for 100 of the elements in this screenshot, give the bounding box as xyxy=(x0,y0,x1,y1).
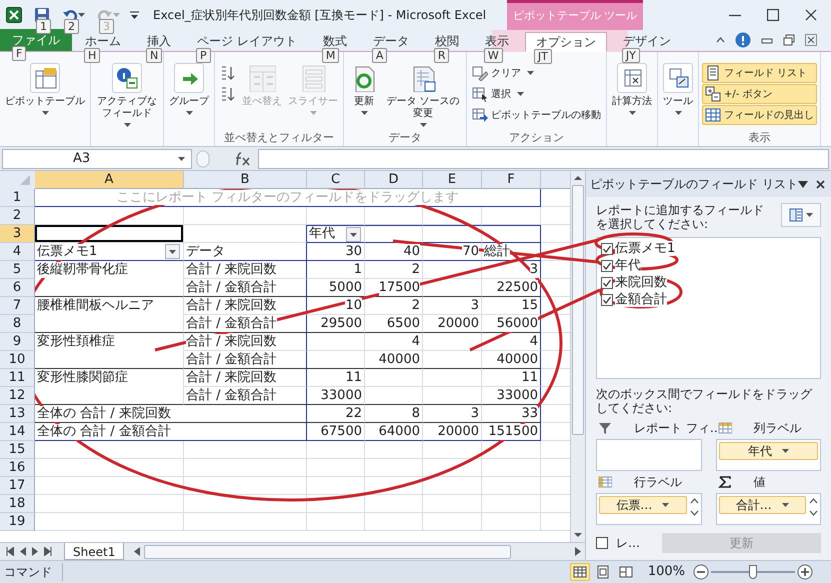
ribbon-tab[interactable]: 数式 xyxy=(312,31,357,51)
table-cell: 11 xyxy=(482,369,541,387)
row-header[interactable]: 17 xyxy=(0,477,35,495)
ribbon-tab[interactable]: ページ レイアウト xyxy=(187,31,307,51)
table-cell: 全体の 合計 / 金額合計 xyxy=(35,423,307,441)
collapse-ribbon-icon[interactable] xyxy=(716,37,725,43)
scroll-right-icon[interactable] xyxy=(575,547,583,556)
layout-button[interactable] xyxy=(781,203,821,227)
ribbon-button[interactable]: 選択 xyxy=(470,84,603,104)
field-chip[interactable]: 年代 xyxy=(718,442,818,460)
scrollbar-thumb[interactable] xyxy=(144,544,511,558)
empty-cell xyxy=(307,513,365,531)
ribbon-button[interactable]: 計算方法 xyxy=(610,63,654,115)
help-icon[interactable] xyxy=(735,32,751,48)
table-cell: 3 xyxy=(423,405,482,423)
panel-menu-icon[interactable] xyxy=(798,180,808,188)
empty-cell xyxy=(365,387,423,405)
zoom-in-icon[interactable] xyxy=(797,564,813,580)
row-header[interactable]: 6 xyxy=(0,279,35,297)
row-header[interactable]: 2 xyxy=(0,207,35,225)
close-icon[interactable] xyxy=(805,9,817,21)
ribbon-button[interactable]: ピボットテーブル xyxy=(3,63,87,115)
row-header[interactable]: 13 xyxy=(0,405,35,423)
scrollbar-thumb[interactable] xyxy=(572,185,584,435)
slider-thumb[interactable] xyxy=(749,565,757,579)
checkbox[interactable] xyxy=(601,276,613,288)
ribbon-button[interactable]: 更新 xyxy=(347,63,381,115)
row-header[interactable]: 5 xyxy=(0,261,35,279)
empty-cell xyxy=(307,441,365,459)
name-box[interactable]: A3 xyxy=(2,148,192,168)
table-cell: 合計 / 金額合計 xyxy=(184,279,307,297)
ribbon-button[interactable]: グループ xyxy=(167,63,211,115)
sort-ascending-icon xyxy=(220,65,236,81)
row-header[interactable]: 15 xyxy=(0,441,35,459)
row-header[interactable]: 7 xyxy=(0,297,35,315)
ribbon-tab[interactable]: データ xyxy=(362,31,419,51)
row-header[interactable]: 12 xyxy=(0,387,35,405)
row-header[interactable]: 9 xyxy=(0,333,35,351)
field-chip[interactable]: 伝票… xyxy=(599,496,686,514)
ribbon-button[interactable]: フィールド リスト xyxy=(702,63,817,83)
close-icon[interactable] xyxy=(816,180,825,188)
ribbon-button[interactable]: クリア xyxy=(470,63,603,83)
row-header[interactable]: 14 xyxy=(0,423,35,441)
zoom-slider[interactable] xyxy=(711,564,795,580)
checkbox[interactable] xyxy=(596,537,608,549)
table-cell: 22 xyxy=(307,405,365,423)
ribbon-tab[interactable]: ホーム xyxy=(75,31,131,51)
formula-input[interactable] xyxy=(258,148,829,168)
checkbox[interactable] xyxy=(601,294,613,306)
ribbon-button[interactable]: フィールドの見出し xyxy=(702,105,817,125)
column-header[interactable]: B xyxy=(184,171,307,189)
next-sheet-icon[interactable] xyxy=(32,547,38,556)
table-cell: 総計 xyxy=(482,243,541,261)
column-header[interactable]: F xyxy=(482,171,541,189)
row-header[interactable]: 1 xyxy=(0,189,35,207)
ribbon-tab[interactable]: 表示 xyxy=(474,31,519,51)
row-header[interactable]: 4 xyxy=(0,243,35,261)
close-icon[interactable] xyxy=(805,34,817,46)
column-header[interactable]: E xyxy=(423,171,482,189)
zoom-out-icon[interactable] xyxy=(693,564,709,580)
customize-icon[interactable] xyxy=(130,10,139,20)
empty-cell xyxy=(365,369,423,387)
restore-icon[interactable] xyxy=(783,34,795,46)
table-cell: 40000 xyxy=(365,351,423,369)
last-sheet-icon[interactable] xyxy=(44,547,52,556)
ribbon-button[interactable]: アクティブなフィールド xyxy=(94,63,160,127)
ribbon-button[interactable]: データ ソースの変更 xyxy=(383,63,463,127)
maximize-icon[interactable] xyxy=(767,9,779,21)
row-header[interactable]: 16 xyxy=(0,459,35,477)
column-header[interactable]: D xyxy=(365,171,423,189)
ribbon-tab[interactable]: 校閲 xyxy=(424,31,469,51)
first-sheet-icon[interactable] xyxy=(6,547,14,556)
field-label: 年代 xyxy=(309,226,335,242)
ribbon-button[interactable]: ピボットテーブルの移動 xyxy=(470,105,603,125)
ribbon-tab[interactable]: オプション xyxy=(524,32,607,52)
table-cell: 70 xyxy=(423,243,482,261)
table-cell: 合計 / 金額合計 xyxy=(184,387,307,405)
splitter-handle-icon[interactable] xyxy=(196,150,210,168)
column-header[interactable]: A xyxy=(35,171,184,189)
ribbon-tab[interactable]: デザイン xyxy=(612,31,681,51)
ribbon-button[interactable]: +/- ボタン xyxy=(702,84,817,104)
row-header[interactable]: 3 xyxy=(0,225,35,243)
row-header[interactable]: 10 xyxy=(0,351,35,369)
ribbon-tab[interactable]: 挿入 xyxy=(137,31,181,51)
checkbox[interactable] xyxy=(601,260,613,272)
scroll-arrows-icon[interactable] xyxy=(690,496,698,518)
row-header[interactable]: 11 xyxy=(0,369,35,387)
field-chip[interactable]: 合計… xyxy=(718,496,806,514)
row-header[interactable]: 19 xyxy=(0,513,35,531)
dropdown-button[interactable] xyxy=(165,244,180,259)
column-header[interactable]: C xyxy=(307,171,365,189)
previous-sheet-icon[interactable] xyxy=(20,547,26,556)
dropdown-button[interactable] xyxy=(346,226,361,242)
keytip: H xyxy=(84,48,100,63)
view-button[interactable] xyxy=(570,563,590,581)
row-header[interactable]: 18 xyxy=(0,495,35,513)
scroll-arrows-icon[interactable] xyxy=(809,496,818,518)
sheet-tab[interactable]: Sheet1 xyxy=(64,543,124,560)
checkbox[interactable] xyxy=(601,242,613,254)
row-header[interactable]: 8 xyxy=(0,315,35,333)
